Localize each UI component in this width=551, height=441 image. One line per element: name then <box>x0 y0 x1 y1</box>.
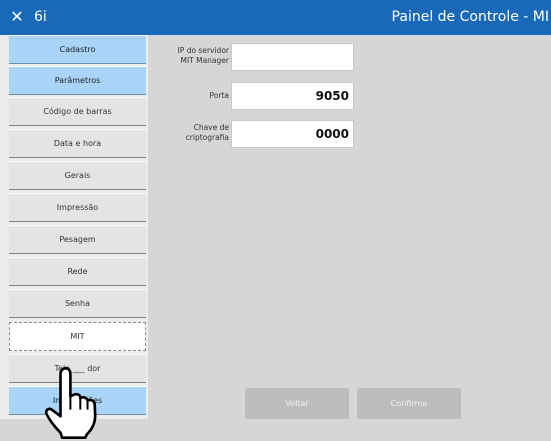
server-ip-input[interactable] <box>231 43 354 71</box>
close-icon[interactable]: ✕ <box>8 8 26 26</box>
sidebar-item-label: Cadastro <box>59 45 96 54</box>
sidebar-item-cadastro[interactable]: Cadastro <box>9 35 146 64</box>
settings-panel: IP do servidor MIT Manager Porta Chave d… <box>148 35 551 419</box>
port-input[interactable] <box>231 82 354 110</box>
sidebar-item-label: Pesagem <box>59 235 96 244</box>
crypto-key-label: Chave de criptografia <box>185 123 229 142</box>
confirm-button[interactable]: Confirma <box>357 388 461 419</box>
port-label: Porta <box>209 91 229 100</box>
server-ip-label: IP do servidor MIT Manager <box>177 46 229 65</box>
sidebar-item-label: Impressão <box>56 203 99 212</box>
sidebar-item-impressao[interactable]: Impressão <box>9 193 146 222</box>
back-button[interactable]: Voltar <box>245 388 349 419</box>
sidebar-item-gerais[interactable]: Gerais <box>9 161 146 190</box>
hand-pointer-icon <box>44 367 97 439</box>
sidebar-item-data-e-hora[interactable]: Data e hora <box>9 129 146 158</box>
sidebar-item-senha[interactable]: Senha <box>9 289 146 318</box>
sidebar-item-pesagem[interactable]: Pesagem <box>9 225 146 254</box>
sidebar-item-label: Rede <box>67 267 88 276</box>
window-title: Painel de Controle - MI <box>391 9 549 25</box>
crypto-key-input[interactable] <box>231 120 354 148</box>
sidebar-item-label: Gerais <box>64 171 91 180</box>
sidebar-item-mit[interactable]: MIT <box>9 322 146 351</box>
title-bar: ✕ 6i Painel de Controle - MI <box>0 0 551 35</box>
sidebar-item-rede[interactable]: Rede <box>9 257 146 286</box>
sidebar-item-label: Senha <box>64 299 91 308</box>
sidebar-item-label: MIT <box>70 332 85 341</box>
sidebar-item-label: Código de barras <box>43 107 112 116</box>
sidebar-item-label: Data e hora <box>53 139 102 148</box>
sidebar: Cadastro Parâmetros Código de barras Dat… <box>0 35 148 439</box>
sidebar-item-parametros[interactable]: Parâmetros <box>9 66 146 95</box>
sidebar-item-codigo-de-barras[interactable]: Código de barras <box>9 97 146 126</box>
sidebar-item-label: Parâmetros <box>54 76 101 85</box>
app-id: 6i <box>34 9 47 25</box>
